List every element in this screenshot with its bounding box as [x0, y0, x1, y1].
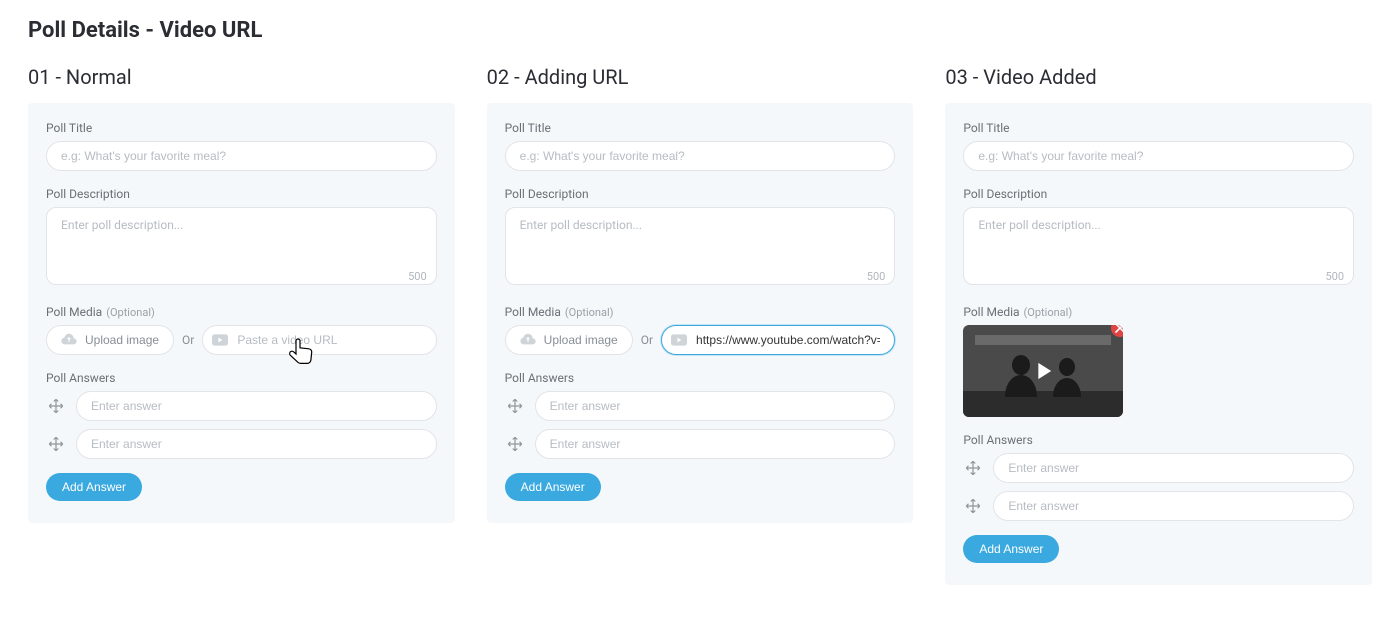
media-row: Upload image Or	[46, 325, 437, 355]
field-label: Poll Title	[963, 121, 1354, 135]
or-label: Or	[182, 333, 194, 347]
video-icon	[212, 334, 228, 346]
drag-handle-icon[interactable]	[505, 434, 525, 454]
poll-answers-section: Poll Answers	[505, 371, 896, 501]
poll-media-section: Poll Media (Optional) Upload image Or	[46, 305, 437, 355]
state-normal: 01 - Normal Poll Title Poll Description …	[28, 65, 455, 523]
answer-input[interactable]	[76, 429, 437, 459]
cloud-upload-icon	[520, 333, 536, 348]
drag-handle-icon[interactable]	[963, 496, 983, 516]
drag-handle-icon[interactable]	[46, 396, 66, 416]
field-label-text: Poll Media	[46, 305, 102, 319]
poll-title-section: Poll Title	[505, 121, 896, 171]
add-answer-button[interactable]: Add Answer	[46, 473, 142, 501]
optional-label: (Optional)	[565, 306, 614, 319]
optional-label: (Optional)	[106, 306, 155, 319]
field-label: Poll Title	[46, 121, 437, 135]
answer-row	[505, 429, 896, 459]
add-answer-button[interactable]: Add Answer	[963, 535, 1059, 563]
state-adding-url: 02 - Adding URL Poll Title Poll Descript…	[487, 65, 914, 523]
poll-title-input[interactable]	[505, 141, 896, 171]
answers-list	[505, 391, 896, 459]
field-label: Poll Media (Optional)	[46, 305, 437, 319]
field-label: Poll Description	[46, 187, 437, 201]
poll-title-input[interactable]	[46, 141, 437, 171]
poll-media-section: Poll Media (Optional) Upload image Or	[505, 305, 896, 355]
state-columns: 01 - Normal Poll Title Poll Description …	[28, 65, 1372, 585]
answer-input[interactable]	[535, 391, 896, 421]
answer-row	[963, 491, 1354, 521]
poll-title-section: Poll Title	[963, 121, 1354, 171]
upload-image-button[interactable]: Upload image	[46, 325, 174, 355]
video-url-input[interactable]	[202, 325, 436, 355]
field-label: Poll Answers	[505, 371, 896, 385]
poll-description-input[interactable]	[963, 207, 1354, 285]
or-label: Or	[641, 333, 653, 347]
field-label-text: Poll Media	[963, 305, 1019, 319]
answer-input[interactable]	[993, 453, 1354, 483]
video-thumbnail	[963, 325, 1123, 417]
field-label: Poll Description	[963, 187, 1354, 201]
field-label: Poll Answers	[963, 433, 1354, 447]
page-title: Poll Details - Video URL	[28, 18, 1372, 43]
answers-list	[963, 453, 1354, 521]
char-count: 500	[408, 270, 427, 283]
state-heading: 01 - Normal	[28, 65, 455, 89]
answer-row	[46, 391, 437, 421]
page-root: Poll Details - Video URL 01 - Normal Pol…	[0, 0, 1400, 625]
state-heading: 03 - Video Added	[945, 65, 1372, 89]
poll-answers-section: Poll Answers	[963, 433, 1354, 563]
poll-description-input[interactable]	[505, 207, 896, 285]
poll-description-section: Poll Description 500	[505, 187, 896, 289]
video-icon	[671, 334, 687, 346]
poll-title-section: Poll Title	[46, 121, 437, 171]
poll-title-input[interactable]	[963, 141, 1354, 171]
drag-handle-icon[interactable]	[963, 458, 983, 478]
poll-description-section: Poll Description 500	[46, 187, 437, 289]
poll-answers-section: Poll Answers	[46, 371, 437, 501]
upload-image-label: Upload image	[85, 333, 159, 347]
answer-row	[963, 453, 1354, 483]
video-url-input[interactable]	[661, 325, 895, 355]
answer-input[interactable]	[535, 429, 896, 459]
media-row: Upload image Or	[505, 325, 896, 355]
field-label-text: Poll Media	[505, 305, 561, 319]
field-label: Poll Answers	[46, 371, 437, 385]
answer-input[interactable]	[993, 491, 1354, 521]
video-url-wrap	[661, 325, 895, 355]
poll-card: Poll Title Poll Description 500 Poll Med…	[28, 103, 455, 523]
state-video-added: 03 - Video Added Poll Title Poll Descrip…	[945, 65, 1372, 585]
field-label: Poll Title	[505, 121, 896, 135]
field-label: Poll Media (Optional)	[505, 305, 896, 319]
cloud-upload-icon	[61, 333, 77, 348]
upload-image-button[interactable]: Upload image	[505, 325, 633, 355]
answers-list	[46, 391, 437, 459]
answer-input[interactable]	[76, 391, 437, 421]
video-url-wrap	[202, 325, 436, 355]
poll-media-section: Poll Media (Optional)	[963, 305, 1354, 417]
answer-row	[505, 391, 896, 421]
add-answer-button[interactable]: Add Answer	[505, 473, 601, 501]
upload-image-label: Upload image	[544, 333, 618, 347]
poll-card: Poll Title Poll Description 500 Poll Med…	[945, 103, 1372, 585]
field-label: Poll Description	[505, 187, 896, 201]
drag-handle-icon[interactable]	[46, 434, 66, 454]
poll-description-input[interactable]	[46, 207, 437, 285]
optional-label: (Optional)	[1024, 306, 1073, 319]
poll-card: Poll Title Poll Description 500 Poll Med…	[487, 103, 914, 523]
state-heading: 02 - Adding URL	[487, 65, 914, 89]
poll-description-section: Poll Description 500	[963, 187, 1354, 289]
field-label: Poll Media (Optional)	[963, 305, 1354, 319]
char-count: 500	[867, 270, 886, 283]
answer-row	[46, 429, 437, 459]
drag-handle-icon[interactable]	[505, 396, 525, 416]
play-button[interactable]	[963, 325, 1123, 417]
char-count: 500	[1325, 270, 1344, 283]
